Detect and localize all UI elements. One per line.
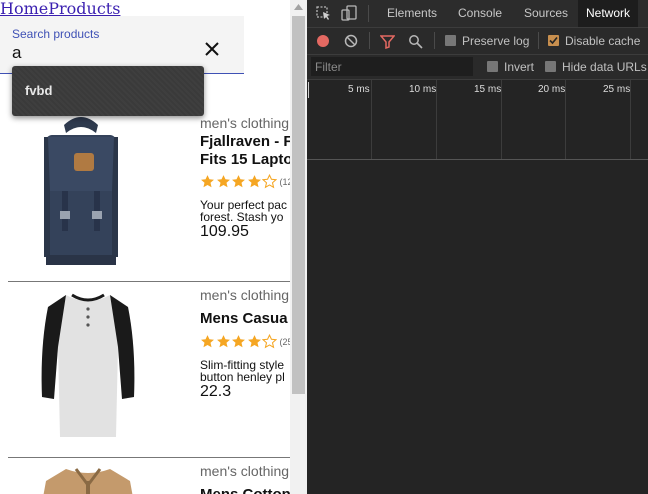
product-category: men's clothing bbox=[200, 115, 290, 131]
device-toolbar-icon[interactable] bbox=[341, 5, 357, 21]
network-toolbar: Preserve log Disable cache bbox=[307, 28, 648, 55]
preserve-log-label: Preserve log bbox=[462, 34, 530, 48]
product-rating: (12 bbox=[200, 173, 291, 190]
checkbox-unchecked[interactable] bbox=[487, 61, 498, 72]
devtools-panel: Elements Console Sources Network Preserv… bbox=[307, 0, 648, 494]
timeline-tick-label: 15 ms bbox=[474, 84, 502, 95]
invert-label: Invert bbox=[504, 60, 535, 74]
hide-data-urls-label: Hide data URLs bbox=[562, 60, 647, 74]
tab-console[interactable]: Console bbox=[458, 0, 502, 27]
checkbox-unchecked[interactable] bbox=[545, 61, 556, 72]
star-empty-icon bbox=[261, 333, 278, 349]
autocomplete-option[interactable]: fvbd bbox=[25, 83, 52, 98]
hide-data-urls-checkbox[interactable]: Hide data URLs bbox=[545, 54, 647, 80]
product-price: 22.3 bbox=[200, 383, 232, 400]
star-full-icon bbox=[247, 335, 261, 348]
product-description-line2: forest. Stash yo bbox=[200, 210, 284, 224]
product-card[interactable]: men's clothing Mens Casua (25 Slim-fitti… bbox=[8, 281, 290, 456]
product-card[interactable]: men's clothing Fjallraven - F Fits 15 La… bbox=[8, 105, 290, 280]
tab-elements[interactable]: Elements bbox=[387, 0, 437, 27]
backpack-image bbox=[44, 117, 118, 265]
toolbar-separator bbox=[538, 32, 539, 49]
product-card[interactable]: men's clothing Mens Cotton bbox=[8, 457, 290, 494]
product-price: 109.95 bbox=[200, 223, 249, 240]
autocomplete-dropdown: fvbd bbox=[12, 66, 204, 116]
rating-count: (12 bbox=[279, 176, 291, 187]
star-full-icon bbox=[247, 175, 261, 188]
product-divider bbox=[8, 281, 290, 282]
clear-search-icon[interactable] bbox=[201, 38, 223, 60]
timeline-gridline bbox=[371, 80, 372, 159]
timeline-tick-label: 20 ms bbox=[538, 84, 566, 95]
rating-count: (25 bbox=[279, 336, 291, 347]
page-scrollbar[interactable] bbox=[290, 0, 307, 494]
tab-network[interactable]: Network bbox=[578, 0, 639, 27]
star-full-icon bbox=[232, 175, 245, 188]
checkbox-checked[interactable] bbox=[548, 35, 559, 46]
product-title[interactable]: Fjallraven - F bbox=[200, 133, 290, 150]
product-rating: (25 bbox=[200, 333, 291, 350]
checkbox-unchecked[interactable] bbox=[445, 35, 456, 46]
timeline-tick-label: 10 ms bbox=[409, 84, 437, 95]
search-label: Search products bbox=[12, 27, 100, 41]
tab-separator bbox=[368, 5, 369, 22]
toolbar-separator bbox=[434, 32, 435, 49]
star-full-icon bbox=[201, 335, 214, 348]
scroll-up-arrow-icon[interactable] bbox=[294, 4, 303, 10]
product-category: men's clothing bbox=[200, 463, 290, 479]
scrollbar-thumb[interactable] bbox=[292, 16, 305, 394]
jacket-image bbox=[43, 468, 133, 494]
record-icon[interactable] bbox=[316, 34, 330, 48]
devtools-tab-bar: Elements Console Sources Network bbox=[307, 0, 648, 28]
product-divider bbox=[8, 457, 290, 458]
toolbar-separator bbox=[369, 32, 370, 49]
filter-icon[interactable] bbox=[380, 34, 395, 49]
clear-icon[interactable] bbox=[344, 34, 358, 48]
timeline-tick-label: 5 ms bbox=[348, 84, 370, 95]
invert-checkbox[interactable]: Invert bbox=[487, 54, 534, 80]
product-title[interactable]: Mens Cotton bbox=[200, 486, 290, 494]
filter-input[interactable] bbox=[311, 57, 473, 76]
henley-shirt-image bbox=[41, 293, 135, 437]
disable-cache-label: Disable cache bbox=[565, 34, 641, 48]
disable-cache-checkbox[interactable]: Disable cache bbox=[548, 28, 640, 54]
search-input[interactable] bbox=[12, 43, 182, 63]
star-full-icon bbox=[216, 175, 230, 188]
star-full-icon bbox=[216, 335, 230, 348]
star-full-icon bbox=[201, 175, 214, 188]
product-description-line2: button henley pl bbox=[200, 370, 285, 384]
network-filter-bar: Invert Hide data URLs bbox=[307, 55, 648, 80]
search-input-wrap[interactable] bbox=[12, 43, 182, 63]
checkmark-icon bbox=[549, 36, 558, 45]
inspect-element-icon[interactable] bbox=[316, 6, 331, 21]
product-category: men's clothing bbox=[200, 287, 290, 303]
preserve-log-checkbox[interactable]: Preserve log bbox=[445, 28, 529, 54]
network-timeline-overview[interactable]: 5 ms 10 ms 15 ms 20 ms 25 ms bbox=[307, 80, 648, 160]
timeline-tick-label: 25 ms bbox=[603, 84, 631, 95]
product-title[interactable]: Mens Casua bbox=[200, 310, 288, 327]
timeline-start-marker bbox=[308, 82, 309, 98]
tab-sources[interactable]: Sources bbox=[524, 0, 568, 27]
product-title-line2[interactable]: Fits 15 Lapto bbox=[200, 151, 290, 168]
star-empty-icon bbox=[261, 173, 278, 189]
nav-links: HomeProducts bbox=[0, 0, 120, 17]
star-full-icon bbox=[232, 335, 245, 348]
page-viewport: HomeProducts Search products men's cloth… bbox=[0, 0, 290, 494]
search-icon[interactable] bbox=[408, 34, 423, 49]
